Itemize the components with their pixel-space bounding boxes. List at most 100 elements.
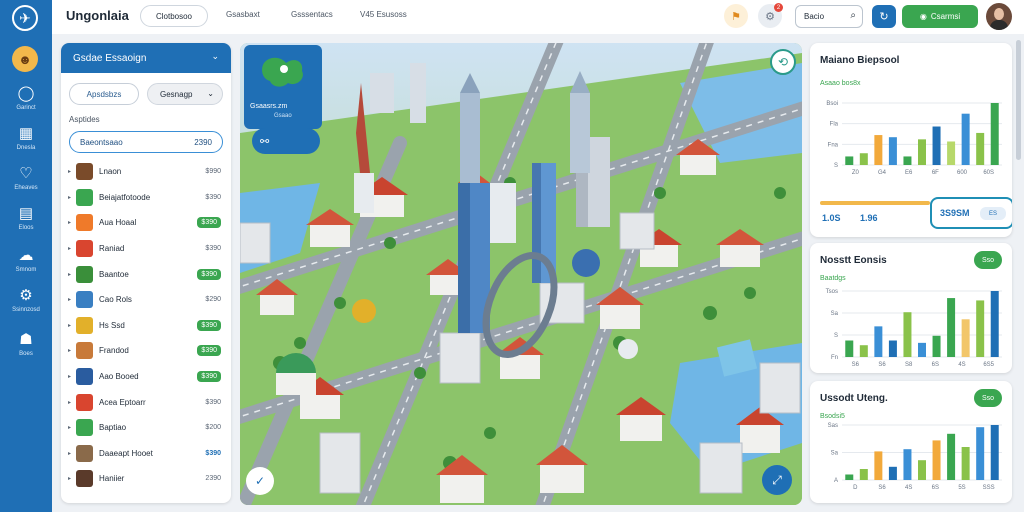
bar[interactable] <box>976 427 985 480</box>
region-card[interactable]: Gsaasrs.zm Gsaao <box>244 45 322 129</box>
bar[interactable] <box>918 342 926 357</box>
item-name: Aao Booed <box>99 372 139 382</box>
expand-arrow-icon[interactable]: ▸ <box>68 424 71 431</box>
refresh-icon: ↻ <box>879 11 889 23</box>
plane-icon[interactable]: ✈ <box>12 5 38 31</box>
bar[interactable] <box>859 153 868 165</box>
bar[interactable] <box>932 126 941 165</box>
rail-item-heart[interactable]: ♡ Eheaves <box>4 156 48 200</box>
rail-item-grid[interactable]: ▦ Dnesla <box>4 116 48 160</box>
notification-bell-icon[interactable]: ⚙ 2 <box>758 3 783 28</box>
bar[interactable] <box>918 139 926 165</box>
bar[interactable] <box>990 291 999 357</box>
rail-item-settings[interactable]: ⚙ Ssinnzosd <box>4 278 48 322</box>
bar[interactable] <box>961 319 970 357</box>
filter-dropdown[interactable]: Gesnagp ⌄ <box>147 83 223 105</box>
bar[interactable] <box>961 113 970 165</box>
list-item[interactable]: ▸ Frandod $390 <box>61 338 231 364</box>
expand-arrow-icon[interactable]: ▸ <box>68 194 71 201</box>
list-item[interactable]: ▸ Daaeapt Hooet $390 <box>61 441 231 467</box>
tab-3[interactable]: V45 Esusoss <box>360 10 407 19</box>
expand-arrow-icon[interactable]: ▸ <box>68 373 71 380</box>
bar[interactable] <box>903 449 912 480</box>
bar[interactable] <box>932 335 941 357</box>
list-item[interactable]: ▸ Haniier 2390 <box>61 466 231 492</box>
list-item[interactable]: ▸ Hs Ssd $390 <box>61 313 231 339</box>
bar[interactable] <box>976 132 985 165</box>
list-item[interactable]: ▸ Baantoe $390 <box>61 261 231 287</box>
list-item[interactable]: ▸ Aao Booed $390 <box>61 364 231 390</box>
bar[interactable] <box>888 466 897 480</box>
rail-item-chat[interactable]: ◯ Garinct <box>4 76 48 120</box>
bar[interactable] <box>859 469 868 480</box>
scrollbar[interactable] <box>1016 40 1021 160</box>
bar[interactable] <box>845 474 854 481</box>
search-icon[interactable]: ⌕ <box>850 10 856 21</box>
bar[interactable] <box>918 460 926 480</box>
list-item[interactable]: ▸ Cao Rols $290 <box>61 287 231 313</box>
list-item[interactable]: ▸ Lnaon $990 <box>61 159 231 185</box>
rail-item-people[interactable]: ☗ Boes <box>4 322 48 366</box>
expand-arrow-icon[interactable]: ▸ <box>68 271 71 278</box>
expand-arrow-icon[interactable]: ▸ <box>68 347 71 354</box>
city-map[interactable]: Gsaasrs.zm Gsaao ⚯ ⟲ ✓ ⤢ <box>240 43 802 505</box>
list-item[interactable]: ▸ Aua Hoaal $390 <box>61 210 231 236</box>
check-button[interactable]: ✓ <box>246 467 274 495</box>
bar[interactable] <box>845 156 854 165</box>
list-item[interactable]: ▸ Beiajatfotoode $390 <box>61 185 231 211</box>
bar[interactable] <box>961 447 970 480</box>
bar[interactable] <box>888 137 897 165</box>
bar[interactable] <box>845 340 854 358</box>
item-name: Raniad <box>99 244 125 254</box>
expand-arrow-icon[interactable]: ▸ <box>68 219 71 226</box>
user-avatar[interactable] <box>986 3 1012 30</box>
bar[interactable] <box>859 345 868 357</box>
avatar[interactable]: ☻ <box>12 46 38 72</box>
flag-icon[interactable]: ⚑ <box>724 4 748 28</box>
chevron-down-icon[interactable]: ⌄ <box>211 51 219 62</box>
bar[interactable] <box>874 135 883 165</box>
expand-arrow-icon[interactable]: ▸ <box>68 322 71 329</box>
bar[interactable] <box>976 300 985 357</box>
search-input[interactable]: Bacio ⌕ <box>795 5 863 28</box>
rail-item-calendar[interactable]: ▤ Eloos <box>4 196 48 240</box>
green-action-button[interactable]: ◉ Csarmsi <box>902 5 978 28</box>
expand-arrow-icon[interactable]: ▸ <box>68 450 71 457</box>
expand-icon: ⤢ <box>772 472 782 487</box>
y-tick-label: Fla <box>830 122 839 128</box>
expand-arrow-icon[interactable]: ▸ <box>68 399 71 406</box>
list-item[interactable]: ▸ Raniad $390 <box>61 236 231 262</box>
bar[interactable] <box>947 433 956 480</box>
bar[interactable] <box>903 156 912 165</box>
list-item[interactable]: ▸ Baptiao $200 <box>61 415 231 441</box>
fullscreen-button[interactable]: ⤢ <box>762 465 792 495</box>
bar[interactable] <box>903 312 912 357</box>
bar[interactable] <box>947 298 956 357</box>
rail-item-cloud[interactable]: ☁ Smnom <box>4 238 48 282</box>
expand-arrow-icon[interactable]: ▸ <box>68 245 71 252</box>
featured-item[interactable]: Baeontsaao 2390 <box>69 131 223 153</box>
expand-arrow-icon[interactable]: ▸ <box>68 168 71 175</box>
panel-header[interactable]: Gsdae Essaoign ⌄ <box>61 43 231 73</box>
item-price: $390 <box>205 398 221 406</box>
tab-2[interactable]: Gsssentacs <box>291 10 333 19</box>
top-pill-button[interactable]: Clotbosoo <box>140 5 208 27</box>
bar[interactable] <box>888 340 897 358</box>
bar[interactable] <box>990 425 999 480</box>
bar[interactable] <box>947 141 956 165</box>
bar[interactable] <box>932 440 941 480</box>
link-button[interactable]: ⚯ <box>252 128 320 154</box>
refresh-button[interactable]: ↻ <box>872 5 896 28</box>
list-item[interactable]: ▸ Acea Eptoarr $390 <box>61 389 231 415</box>
bar[interactable] <box>990 103 999 165</box>
tab-1[interactable]: Gsasbaxt <box>226 10 260 19</box>
bar[interactable] <box>874 451 883 480</box>
item-name: Baptiao <box>99 423 127 433</box>
stat-box[interactable]: 3S9SM ES <box>930 197 1012 229</box>
filter-pill[interactable]: Apsdsbzs <box>69 83 139 105</box>
building-thumbnail <box>76 163 93 181</box>
recenter-button[interactable]: ⟲ <box>770 49 796 75</box>
expand-arrow-icon[interactable]: ▸ <box>68 296 71 303</box>
expand-arrow-icon[interactable]: ▸ <box>68 475 71 482</box>
bar[interactable] <box>874 326 883 357</box>
